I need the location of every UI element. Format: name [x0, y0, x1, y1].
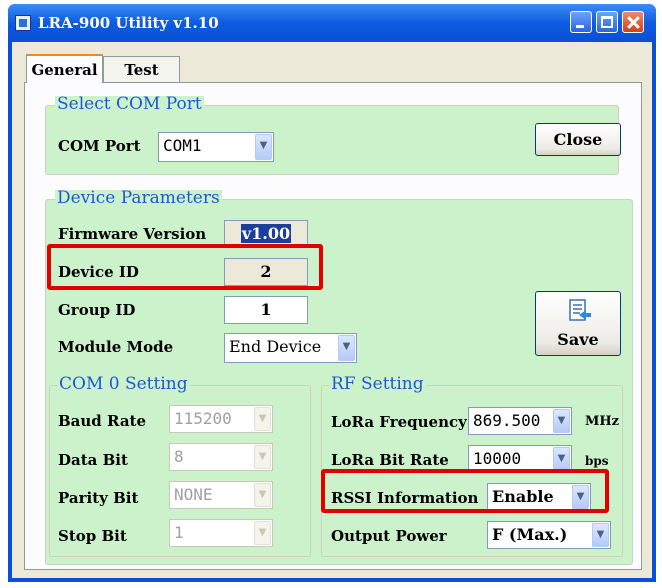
data-bit-select: 8 ▼: [169, 443, 273, 471]
group-id-input[interactable]: 1: [224, 296, 308, 324]
stop-bit-label: Stop Bit: [58, 527, 127, 545]
chevron-down-icon: ▼: [254, 521, 271, 545]
lora-bit-rate-value: 10000: [473, 449, 522, 468]
module-mode-select[interactable]: End Device ▼: [224, 333, 357, 363]
chevron-down-icon[interactable]: ▼: [553, 409, 570, 433]
baud-rate-select: 115200 ▼: [169, 405, 273, 433]
close-window-button[interactable]: [622, 11, 644, 33]
stop-bit-select: 1 ▼: [169, 519, 273, 547]
com-port-select[interactable]: COM1 ▼: [158, 132, 274, 162]
window-title: LRA-900 Utility v1.10: [38, 14, 219, 32]
output-power-label: Output Power: [331, 527, 447, 545]
chevron-down-icon[interactable]: ▼: [338, 335, 355, 361]
title-bar[interactable]: LRA-900 Utility v1.10: [8, 4, 656, 42]
lora-bit-rate-label: LoRa Bit Rate: [331, 451, 449, 469]
lora-frequency-value: 869.500: [473, 411, 541, 430]
parity-bit-select: NONE ▼: [169, 481, 273, 509]
parity-bit-value: NONE: [174, 485, 213, 504]
mhz-unit: MHz: [585, 414, 620, 429]
stop-bit-value: 1: [174, 523, 184, 542]
output-power-select[interactable]: F (Max.) ▼: [487, 521, 611, 549]
group-id-label: Group ID: [58, 301, 136, 319]
lora-frequency-select[interactable]: 869.500 ▼: [468, 407, 572, 435]
lora-frequency-label: LoRa Frequency: [331, 413, 467, 431]
maximize-button[interactable]: [596, 11, 618, 33]
save-document-icon: [569, 299, 591, 321]
device-parameters-legend: Device Parameters: [55, 188, 222, 208]
chevron-down-icon[interactable]: ▼: [592, 523, 609, 547]
parity-bit-label: Parity Bit: [58, 489, 139, 507]
tab-test[interactable]: Test: [103, 56, 180, 82]
save-label: Save: [557, 330, 599, 349]
data-bit-label: Data Bit: [58, 451, 128, 469]
com-port-value: COM1: [163, 136, 202, 155]
rssi-highlight: [321, 469, 609, 513]
firmware-version-value: v1.00: [240, 224, 292, 243]
com0-setting-legend: COM 0 Setting: [57, 374, 190, 394]
rf-setting-legend: RF Setting: [329, 374, 426, 394]
com-port-legend: Select COM Port: [55, 94, 204, 114]
close-button[interactable]: Close: [535, 123, 621, 156]
app-window: LRA-900 Utility v1.10 General Test Selec…: [8, 4, 656, 582]
data-bit-value: 8: [174, 447, 184, 466]
chevron-down-icon: ▼: [254, 407, 271, 431]
tab-general[interactable]: General: [26, 54, 103, 83]
minimize-button[interactable]: [570, 11, 592, 33]
firmware-version-label: Firmware Version: [58, 225, 207, 243]
com-port-label: COM Port: [58, 137, 141, 155]
client-area: General Test Select COM Port COM Port CO…: [12, 42, 652, 578]
bps-unit: bps: [585, 454, 609, 468]
app-icon: [15, 15, 31, 31]
save-button[interactable]: Save: [535, 291, 621, 356]
tab-page-general: Select COM Port COM Port COM1 ▼ Close De…: [24, 82, 642, 570]
chevron-down-icon: ▼: [254, 445, 271, 469]
module-mode-value: End Device: [229, 337, 322, 356]
baud-rate-value: 115200: [174, 409, 232, 428]
chevron-down-icon[interactable]: ▼: [255, 134, 272, 160]
chevron-down-icon[interactable]: ▼: [553, 447, 570, 471]
device-id-highlight: [47, 244, 323, 290]
baud-rate-label: Baud Rate: [58, 412, 147, 430]
module-mode-label: Module Mode: [58, 338, 174, 356]
output-power-value: F (Max.): [492, 525, 568, 544]
chevron-down-icon: ▼: [254, 483, 271, 507]
